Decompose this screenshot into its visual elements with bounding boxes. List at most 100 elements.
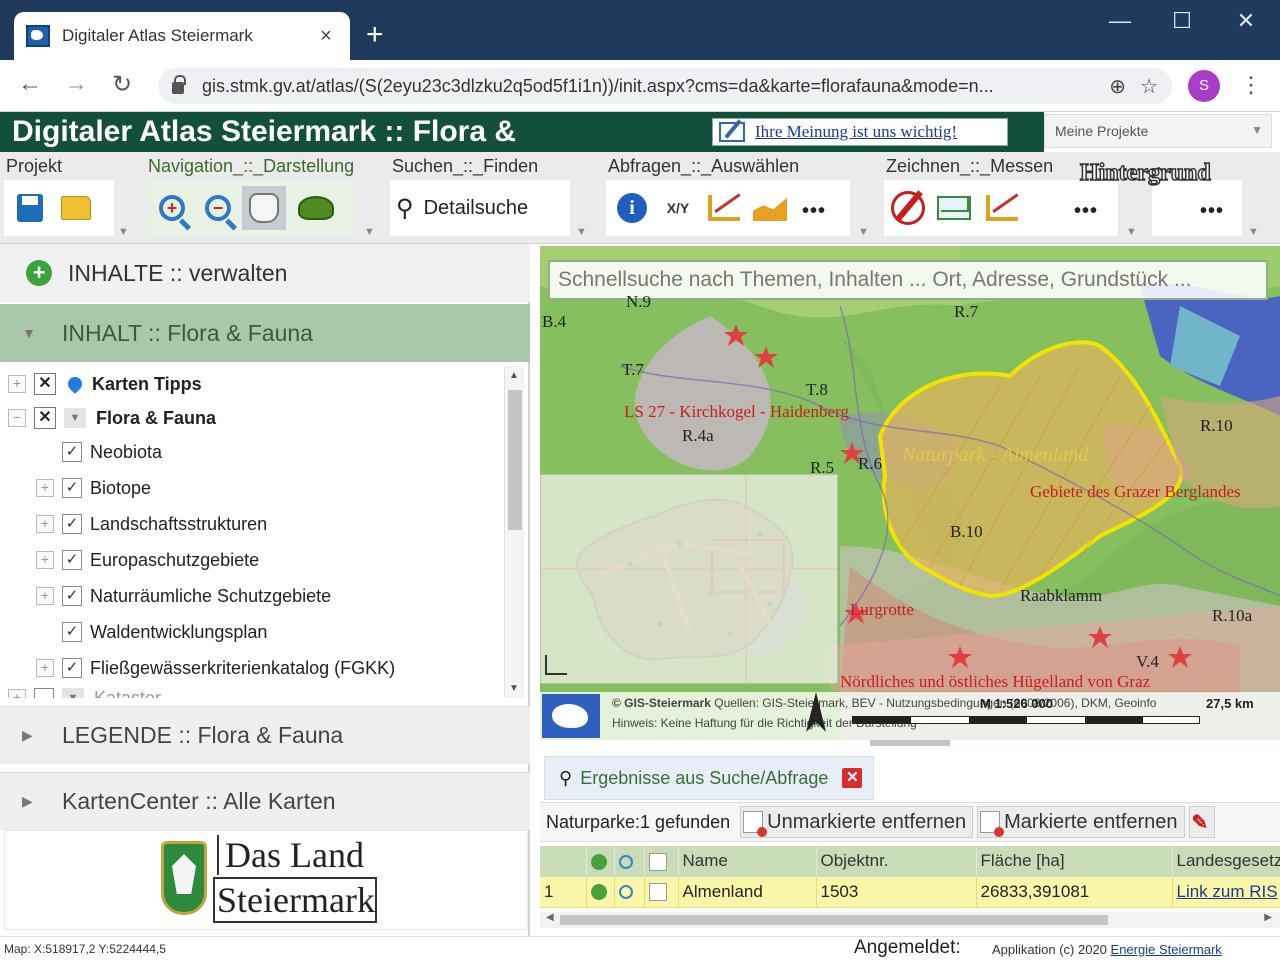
layer-checkbox[interactable]: ✓ bbox=[62, 514, 82, 534]
overview-map[interactable] bbox=[540, 474, 838, 684]
expand-icon[interactable]: + bbox=[36, 479, 54, 497]
scroll-thumb[interactable] bbox=[508, 390, 522, 530]
group-dropdown-icon[interactable]: ▼ bbox=[1248, 226, 1259, 238]
manage-contents-button[interactable]: + INHALTE :: verwalten bbox=[0, 244, 530, 302]
map-splitter-handle[interactable] bbox=[870, 740, 950, 746]
row-checkbox[interactable] bbox=[648, 883, 667, 902]
expand-icon[interactable]: + bbox=[8, 375, 26, 393]
address-bar[interactable]: gis.stmk.gv.at/atlas/(S(2eyu23c3dlzku2q5… bbox=[158, 68, 1172, 104]
reload-icon[interactable]: ↻ bbox=[106, 70, 138, 99]
expand-icon[interactable]: + bbox=[8, 689, 26, 698]
save-project-button[interactable] bbox=[8, 186, 52, 230]
draw-results-button[interactable]: ✎ bbox=[1188, 806, 1216, 838]
elevation-profile-button[interactable] bbox=[702, 186, 746, 230]
tree-item-landschaftsstrukturen[interactable]: + ✓ Landschaftsstrukturen bbox=[36, 508, 267, 540]
draw-button[interactable] bbox=[886, 186, 930, 230]
back-icon[interactable]: ← bbox=[14, 70, 46, 98]
layer-checkbox[interactable]: ✓ bbox=[62, 442, 82, 462]
more-icon[interactable]: ••• bbox=[1200, 200, 1224, 223]
land-steiermark-logo[interactable]: Das Land Steiermark bbox=[4, 830, 528, 930]
tree-item-karten-tipps[interactable]: + ✕ Karten Tipps bbox=[8, 368, 202, 400]
quick-search-input[interactable]: Schnellsuche nach Themen, Inhalten ... O… bbox=[548, 260, 1268, 300]
scroll-up-icon[interactable]: ▲ bbox=[509, 370, 519, 381]
detail-search-button[interactable]: ⚲ Detailsuche bbox=[390, 186, 534, 230]
column-header-landesgesetz[interactable]: Landesgesetz bbox=[1172, 846, 1280, 877]
browser-menu-icon[interactable]: ⋮ bbox=[1240, 72, 1262, 98]
scroll-down-icon[interactable]: ▼ bbox=[509, 683, 519, 694]
close-icon[interactable]: ✕ bbox=[842, 768, 863, 788]
open-project-button[interactable] bbox=[54, 186, 98, 230]
tree-item-kataster[interactable]: + ▼ Kataster bbox=[8, 682, 161, 698]
tree-scrollbar[interactable]: ▲ ▼ bbox=[504, 366, 524, 698]
column-header-name[interactable]: Name bbox=[678, 846, 817, 877]
zoom-out-button[interactable]: − bbox=[196, 186, 240, 230]
zoom-in-button[interactable]: + bbox=[150, 186, 194, 230]
layer-checkbox[interactable]: ✓ bbox=[62, 586, 82, 606]
table-row[interactable]: 1 Almenland 1503 26833,391081 Link zum R… bbox=[540, 876, 1280, 908]
group-dropdown-icon[interactable]: ▼ bbox=[576, 226, 587, 238]
bookmark-star-icon[interactable]: ☆ bbox=[1140, 74, 1158, 99]
layer-toggle-checkbox[interactable]: ✕ bbox=[34, 373, 56, 395]
mapcenter-accordion-header[interactable]: ▶ KartenCenter :: Alle Karten bbox=[0, 772, 530, 830]
tree-item-europaschutzgebiete[interactable]: + ✓ Europaschutzgebiete bbox=[36, 544, 259, 576]
scroll-right-icon[interactable]: ▶ bbox=[1264, 912, 1272, 923]
collapse-icon[interactable]: − bbox=[8, 409, 26, 427]
minimize-button[interactable]: — bbox=[1100, 8, 1140, 34]
close-window-button[interactable]: ✕ bbox=[1226, 8, 1266, 34]
ris-link[interactable]: Link zum RIS bbox=[1177, 882, 1278, 901]
column-header-flaeche[interactable]: Fläche [ha] bbox=[976, 846, 1173, 877]
group-dropdown-icon[interactable]: ▼ bbox=[1126, 226, 1137, 238]
expand-icon[interactable]: + bbox=[36, 659, 54, 677]
results-scrollbar[interactable]: ◀ ▶ bbox=[540, 912, 1280, 928]
layer-checkbox[interactable]: ✓ bbox=[62, 622, 82, 642]
forward-icon[interactable]: → bbox=[60, 70, 92, 98]
remove-unmarked-button[interactable]: Unmarkierte entfernen bbox=[740, 806, 974, 838]
map-view[interactable]: Schnellsuche nach Themen, Inhalten ... O… bbox=[540, 246, 1280, 740]
zoom-to-feature-icon[interactable] bbox=[590, 884, 607, 901]
group-dropdown-icon[interactable]: ▼ bbox=[118, 226, 129, 238]
expand-icon[interactable]: + bbox=[36, 587, 54, 605]
remove-marked-button[interactable]: Markierte entfernen bbox=[977, 806, 1185, 838]
more-icon[interactable]: ••• bbox=[802, 200, 826, 223]
legend-accordion-header[interactable]: ▶ LEGENDE :: Flora & Fauna bbox=[0, 706, 530, 764]
xy-query-button[interactable]: X/Y bbox=[656, 186, 700, 230]
tree-item-naturraeumliche-schutzgebiete[interactable]: + ✓ Naturräumliche Schutzgebiete bbox=[36, 580, 331, 612]
group-dropdown-icon[interactable]: ▼ bbox=[62, 688, 84, 698]
send-drawing-button[interactable] bbox=[932, 186, 976, 230]
group-dropdown-icon[interactable]: ▼ bbox=[64, 408, 86, 428]
select-all-checkbox[interactable] bbox=[648, 852, 667, 871]
tree-item-neobiota[interactable]: ✓ Neobiota bbox=[36, 436, 162, 468]
info-button[interactable]: i bbox=[610, 186, 654, 230]
tree-item-fgkk[interactable]: + ✓ Fließgewässerkriterienkatalog (FGKK) bbox=[36, 652, 395, 684]
maximize-button[interactable]: ☐ bbox=[1162, 8, 1202, 34]
projects-dropdown[interactable]: Meine Projekte ▼ bbox=[1044, 114, 1272, 148]
results-tab[interactable]: ⚲ Ergebnisse aus Suche/Abfrage ✕ bbox=[544, 756, 874, 800]
tree-item-biotope[interactable]: + ✓ Biotope bbox=[36, 472, 151, 504]
overview-toggle-icon[interactable] bbox=[545, 655, 567, 675]
browser-tab[interactable]: Digitaler Atlas Steiermark × bbox=[14, 12, 350, 60]
scroll-left-icon[interactable]: ◀ bbox=[546, 912, 554, 923]
profile-avatar[interactable]: S bbox=[1188, 70, 1220, 102]
layer-checkbox[interactable]: ✓ bbox=[62, 658, 82, 678]
tree-item-flora-fauna[interactable]: − ✕ ▼ Flora & Fauna bbox=[8, 402, 216, 434]
column-header-objektnr[interactable]: Objektnr. bbox=[816, 846, 977, 877]
full-extent-button[interactable] bbox=[294, 186, 338, 230]
new-tab-button[interactable]: + bbox=[366, 20, 384, 50]
url-text[interactable]: gis.stmk.gv.at/atlas/(S(2eyu23c3dlzku2q5… bbox=[202, 76, 1095, 97]
pan-button[interactable] bbox=[242, 186, 286, 230]
layer-checkbox[interactable]: ✓ bbox=[62, 478, 82, 498]
layer-toggle-checkbox[interactable]: ✕ bbox=[34, 407, 56, 429]
expand-icon[interactable]: + bbox=[36, 551, 54, 569]
scroll-thumb[interactable] bbox=[560, 915, 1108, 925]
area-profile-button[interactable] bbox=[748, 186, 792, 230]
tab-close-icon[interactable]: × bbox=[314, 25, 338, 48]
layer-checkbox[interactable]: ✓ bbox=[62, 550, 82, 570]
tree-item-waldentwicklungsplan[interactable]: ✓ Waldentwicklungsplan bbox=[36, 616, 267, 648]
energie-steiermark-link[interactable]: Energie Steiermark bbox=[1111, 942, 1222, 957]
group-dropdown-icon[interactable]: ▼ bbox=[364, 226, 375, 238]
more-icon[interactable]: ••• bbox=[1074, 200, 1098, 223]
feedback-text[interactable]: Ihre Meinung ist uns wichtig! bbox=[755, 122, 957, 142]
feedback-link[interactable]: Ihre Meinung ist uns wichtig! bbox=[712, 118, 1008, 146]
content-accordion-header[interactable]: ▼ INHALT :: Flora & Fauna bbox=[0, 304, 530, 362]
layer-checkbox[interactable] bbox=[34, 688, 54, 698]
